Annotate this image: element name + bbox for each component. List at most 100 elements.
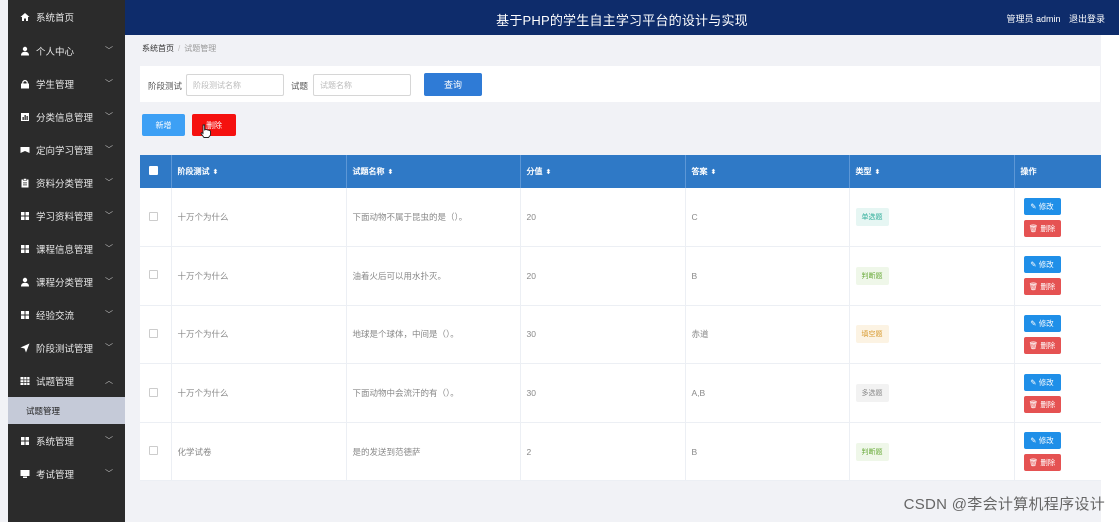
chart-icon xyxy=(20,112,30,122)
grid-icon xyxy=(20,436,30,446)
type-badge: 单选题 xyxy=(855,208,889,227)
sort-icon[interactable]: ⬍ xyxy=(875,169,881,176)
sort-icon[interactable]: ⬍ xyxy=(546,169,552,176)
sort-icon[interactable]: ⬍ xyxy=(388,169,394,176)
table-row: 十万个为什么 下面动物中会流汗的有（）。 30 A,B 多选题 ✎ 修改 🗑 删除 xyxy=(140,363,1101,423)
sort-icon[interactable]: ⬍ xyxy=(711,169,717,176)
chevron-down-icon: ﹀ xyxy=(105,469,113,478)
sidebar-item-experience[interactable]: 经验交流 ﹀ xyxy=(8,298,125,331)
watermark: CSDN @李会计算机程序设计 xyxy=(903,496,1105,513)
sidebar-item-home[interactable]: 系统首页 xyxy=(8,0,125,34)
sidebar-item-label: 学生管理 xyxy=(36,79,75,91)
cell-stage: 十万个为什么 xyxy=(171,246,347,306)
column-header-stage[interactable]: 阶段测试 ⬍ xyxy=(171,155,347,188)
sidebar-item-label: 系统首页 xyxy=(36,13,75,24)
column-header-label: 答案 xyxy=(691,167,708,176)
delete-button[interactable]: 🗑 删除 xyxy=(1023,454,1061,472)
chevron-down-icon: ﹀ xyxy=(105,145,113,154)
breadcrumb-current: 试题管理 xyxy=(184,44,217,53)
chevron-down-icon: ﹀ xyxy=(105,178,113,187)
sidebar-item-learning-material[interactable]: 学习资料管理 ﹀ xyxy=(8,199,125,232)
row-checkbox[interactable] xyxy=(149,328,158,338)
table-row: 化学试卷 是的发送到范德萨 2 B 判断题 ✎ 修改 🗑 删除 xyxy=(140,422,1101,481)
column-header-question[interactable]: 试题名称 ⬍ xyxy=(346,155,521,188)
cell-actions: ✎ 修改 🗑 删除 xyxy=(1014,247,1101,306)
sidebar-item-label: 经验交流 xyxy=(36,310,75,322)
batch-delete-button[interactable]: 删除 xyxy=(192,114,236,136)
column-header-label: 类型 xyxy=(855,167,872,176)
send-icon xyxy=(20,343,30,353)
sidebar-item-course-category[interactable]: 课程分类管理 ﹀ xyxy=(8,265,125,298)
sidebar-item-student[interactable]: 学生管理 ﹀ xyxy=(8,67,125,100)
edit-icon: ✎ xyxy=(1030,318,1037,328)
cell-question: 地球是个球体，中间是（）。 xyxy=(346,305,521,364)
chevron-down-icon: ﹀ xyxy=(105,244,113,253)
edit-label: 修改 xyxy=(1038,377,1054,387)
question-table: 阶段测试 ⬍ 试题名称 ⬍ 分值 ⬍ 答案 ⬍ 类型 ⬍ 操作 十万个为什么 下面动物不属于… xyxy=(140,155,1101,481)
row-actions: ✎ 修改 🗑 删除 xyxy=(1021,256,1102,296)
sidebar-item-label: 课程信息管理 xyxy=(36,244,94,256)
select-all-header xyxy=(140,155,172,188)
stage-test-label: 阶段测试 xyxy=(148,81,183,91)
column-header-label: 阶段测试 xyxy=(177,167,210,176)
chevron-down-icon: ﹀ xyxy=(105,79,113,88)
monitor-icon xyxy=(20,469,30,479)
delete-button[interactable]: 🗑 删除 xyxy=(1023,219,1061,237)
row-select-cell xyxy=(140,188,172,247)
column-header-label: 试题名称 xyxy=(352,167,385,176)
column-header-type[interactable]: 类型 ⬍ xyxy=(849,155,1015,188)
type-badge: 填空题 xyxy=(855,325,889,344)
sidebar-item-question-manage[interactable]: 试题管理 ︿ xyxy=(8,364,125,397)
row-actions: ✎ 修改 🗑 删除 xyxy=(1021,373,1102,413)
cell-actions: ✎ 修改 🗑 删除 xyxy=(1014,364,1101,423)
sort-icon[interactable]: ⬍ xyxy=(213,169,219,176)
row-checkbox[interactable] xyxy=(149,211,158,221)
edit-button[interactable]: ✎ 修改 xyxy=(1023,256,1061,274)
select-all-checkbox[interactable] xyxy=(149,166,158,175)
cell-score: 2 xyxy=(520,422,686,481)
trash-icon: 🗑 xyxy=(1028,223,1039,233)
add-button[interactable]: 新增 xyxy=(142,114,185,136)
row-checkbox[interactable] xyxy=(149,446,158,456)
sidebar-item-label: 考试管理 xyxy=(36,469,75,481)
delete-label: 删除 xyxy=(1040,223,1056,233)
delete-label: 删除 xyxy=(1040,340,1056,350)
sidebar-item-exam[interactable]: 考试管理 ﹀ xyxy=(8,457,125,490)
sidebar-item-personal-center[interactable]: 个人中心 ﹀ xyxy=(8,34,125,67)
stage-test-input[interactable] xyxy=(186,74,284,96)
cell-actions: ✎ 修改 🗑 删除 xyxy=(1014,422,1101,481)
breadcrumb-home[interactable]: 系统首页 xyxy=(142,44,174,53)
cell-score: 30 xyxy=(520,363,686,423)
edit-button[interactable]: ✎ 修改 xyxy=(1023,314,1061,332)
sidebar-item-label: 系统管理 xyxy=(36,436,75,448)
sidebar-item-course-info[interactable]: 课程信息管理 ﹀ xyxy=(8,232,125,265)
cell-stage: 十万个为什么 xyxy=(171,188,347,247)
delete-button[interactable]: 🗑 删除 xyxy=(1023,395,1061,413)
row-select-cell xyxy=(140,422,172,481)
chevron-up-icon: ︿ xyxy=(105,376,113,385)
edit-button[interactable]: ✎ 修改 xyxy=(1023,197,1061,215)
row-checkbox[interactable] xyxy=(149,387,158,397)
delete-button[interactable]: 🗑 删除 xyxy=(1023,278,1061,296)
row-actions: ✎ 修改 🗑 删除 xyxy=(1021,314,1102,354)
sidebar-item-directed-learning[interactable]: 定向学习管理 ﹀ xyxy=(8,133,125,166)
edit-button[interactable]: ✎ 修改 xyxy=(1023,373,1061,391)
logout-link[interactable]: 退出登录 xyxy=(1069,14,1105,24)
table-row: 十万个为什么 油着火后可以用水扑灭。 20 B 判断题 ✎ 修改 🗑 删除 xyxy=(140,246,1101,306)
sidebar-item-stage-test[interactable]: 阶段测试管理 ﹀ xyxy=(8,331,125,364)
delete-button[interactable]: 🗑 删除 xyxy=(1023,336,1061,354)
sidebar-subitem-label: 试题管理 xyxy=(26,405,61,416)
sidebar-item-category-info[interactable]: 分类信息管理 ﹀ xyxy=(8,100,125,133)
sidebar-item-system[interactable]: 系统管理 ﹀ xyxy=(8,424,125,457)
query-button[interactable]: 查询 xyxy=(424,73,482,96)
chevron-down-icon: ﹀ xyxy=(105,436,113,445)
question-input[interactable] xyxy=(313,74,411,96)
chevron-down-icon: ﹀ xyxy=(105,112,113,121)
edit-button[interactable]: ✎ 修改 xyxy=(1023,432,1061,450)
row-checkbox[interactable] xyxy=(149,270,158,280)
sidebar-subitem-question-manage[interactable]: 试题管理 xyxy=(8,397,125,424)
top-header: 基于PHP的学生自主学习平台的设计与实现 管理员 admin 退出登录 xyxy=(125,0,1119,35)
column-header-answer[interactable]: 答案 ⬍ xyxy=(685,155,850,188)
sidebar-item-material-category[interactable]: 资料分类管理 ﹀ xyxy=(8,166,125,199)
column-header-score[interactable]: 分值 ⬍ xyxy=(520,155,686,188)
